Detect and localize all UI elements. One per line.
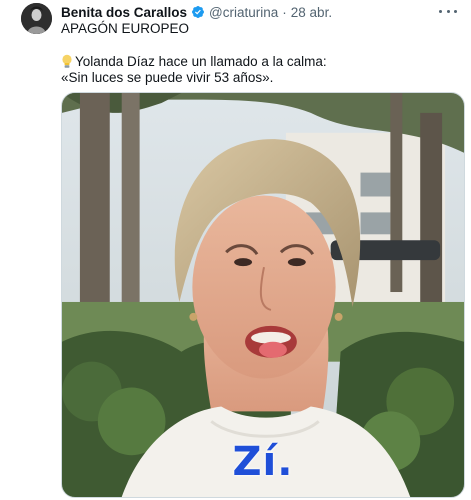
video-caption: Zí. (232, 439, 294, 485)
tweet-text-line-1: APAGÓN EUROPEO (61, 21, 190, 36)
tweet-text-line-2: Yolanda Díaz hace un llamado a la calma: (75, 54, 327, 69)
verified-badge-icon (192, 6, 205, 18)
tweet-video-thumbnail[interactable]: Zí. (61, 92, 465, 498)
light-bulb-icon (62, 54, 72, 68)
tweet[interactable]: Benita dos Carallos @criaturina · 28 abr… (0, 0, 471, 500)
tweet-header: Benita dos Carallos @criaturina · 28 abr… (61, 3, 332, 21)
tweet-text-line-3: «Sin luces se puede vivir 53 años». (61, 70, 274, 85)
separator-dot: · (282, 4, 287, 20)
display-name[interactable]: Benita dos Carallos (61, 5, 187, 20)
video-frame-image (62, 93, 464, 497)
timestamp[interactable]: 28 abr. (291, 5, 332, 20)
tweet-text-line-2-row: Yolanda Díaz hace un llamado a la calma: (61, 53, 327, 70)
avatar[interactable] (21, 3, 52, 34)
user-handle[interactable]: @criaturina (209, 5, 278, 20)
more-options-icon[interactable] (439, 4, 457, 18)
